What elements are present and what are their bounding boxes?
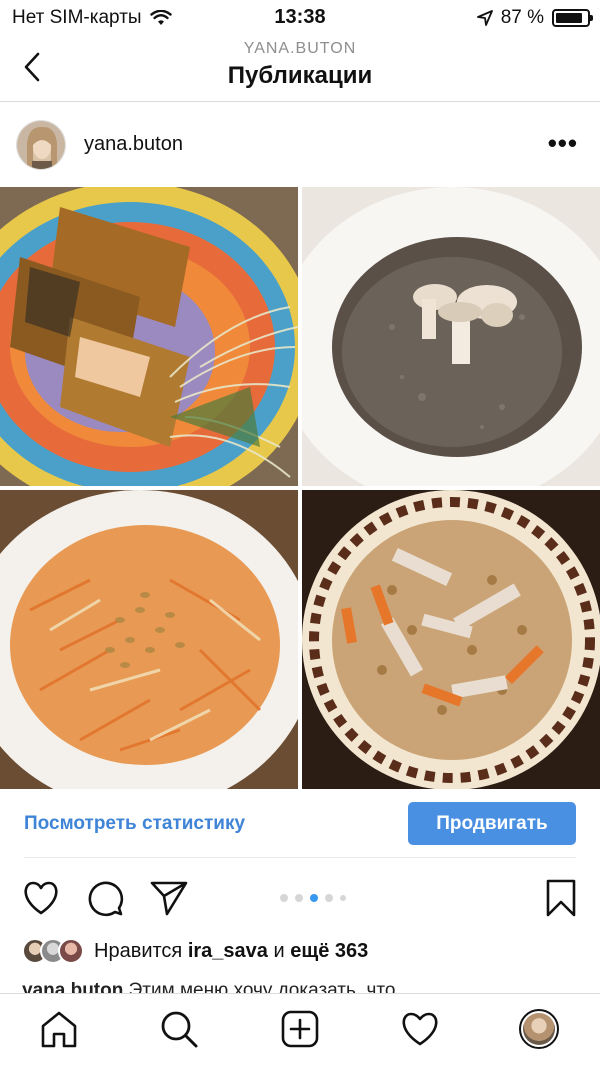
tab-bar [0,993,600,1066]
battery-icon [552,9,593,27]
likes-prefix: Нравится [94,939,183,962]
carousel-dot [325,894,333,902]
tab-home[interactable] [36,1006,82,1052]
more-dots-icon[interactable]: ••• [548,130,578,156]
tab-activity[interactable] [397,1006,443,1052]
likes-middle: и [273,939,285,962]
battery-text: 87 % [500,7,544,28]
send-icon [150,881,188,916]
post-username[interactable]: yana.buton [84,133,183,156]
location-arrow-icon [476,10,493,26]
save-button[interactable] [540,877,582,919]
promote-button[interactable]: Продвигать [408,802,576,845]
activity-heart-icon [402,1012,438,1046]
bookmark-icon [546,879,576,917]
likes-user[interactable]: ira_sava [188,940,268,963]
food-photo-3 [0,490,298,789]
carousel-dot [295,894,303,902]
insights-row: Посмотреть статистику Продвигать [0,789,600,857]
profile-avatar [519,1009,559,1049]
share-button[interactable] [148,877,190,919]
battery-level [556,13,583,23]
nav-subtitle: YANA.BUTON [243,40,357,57]
likes-count[interactable]: ещё 363 [290,940,368,963]
tab-new-post[interactable] [277,1006,323,1052]
liker-avatar [58,938,84,964]
search-icon [161,1011,198,1048]
food-photo-1 [0,187,298,486]
tab-profile[interactable] [516,1006,562,1052]
photo-cell-1 [0,187,298,486]
home-icon [41,1011,77,1048]
carousel-dot [280,894,288,902]
heart-icon [24,881,58,915]
divider [24,857,576,858]
view-insights-link[interactable]: Посмотреть статистику [24,813,245,835]
liker-avatars [22,938,84,964]
avatar[interactable] [16,120,66,170]
comment-icon [88,881,124,917]
page-title: Публикации [227,62,373,89]
carousel-dot [310,894,318,902]
photo-cell-4 [302,490,600,789]
add-post-icon [281,1010,319,1048]
like-button[interactable] [20,877,62,919]
carousel-indicator [280,894,346,902]
photo-cell-3 [0,490,298,789]
navigation-bar: YANA.BUTON Публикации [0,34,600,102]
food-photo-4 [302,490,600,789]
likes-row[interactable]: Нравится ira_sava и ещё 363 [22,936,368,966]
post-photo-collage[interactable] [0,187,600,789]
photo-cell-2 [302,187,600,486]
comment-button[interactable] [84,877,126,919]
tab-search[interactable] [156,1006,202,1052]
post-actions [0,870,600,926]
food-photo-2 [302,187,600,486]
status-bar: Нет SIM-карты 13:38 87 % [0,0,600,34]
post-header: yana.buton ••• [0,103,600,187]
avatar-photo [17,121,65,169]
carousel-dot [340,895,346,901]
